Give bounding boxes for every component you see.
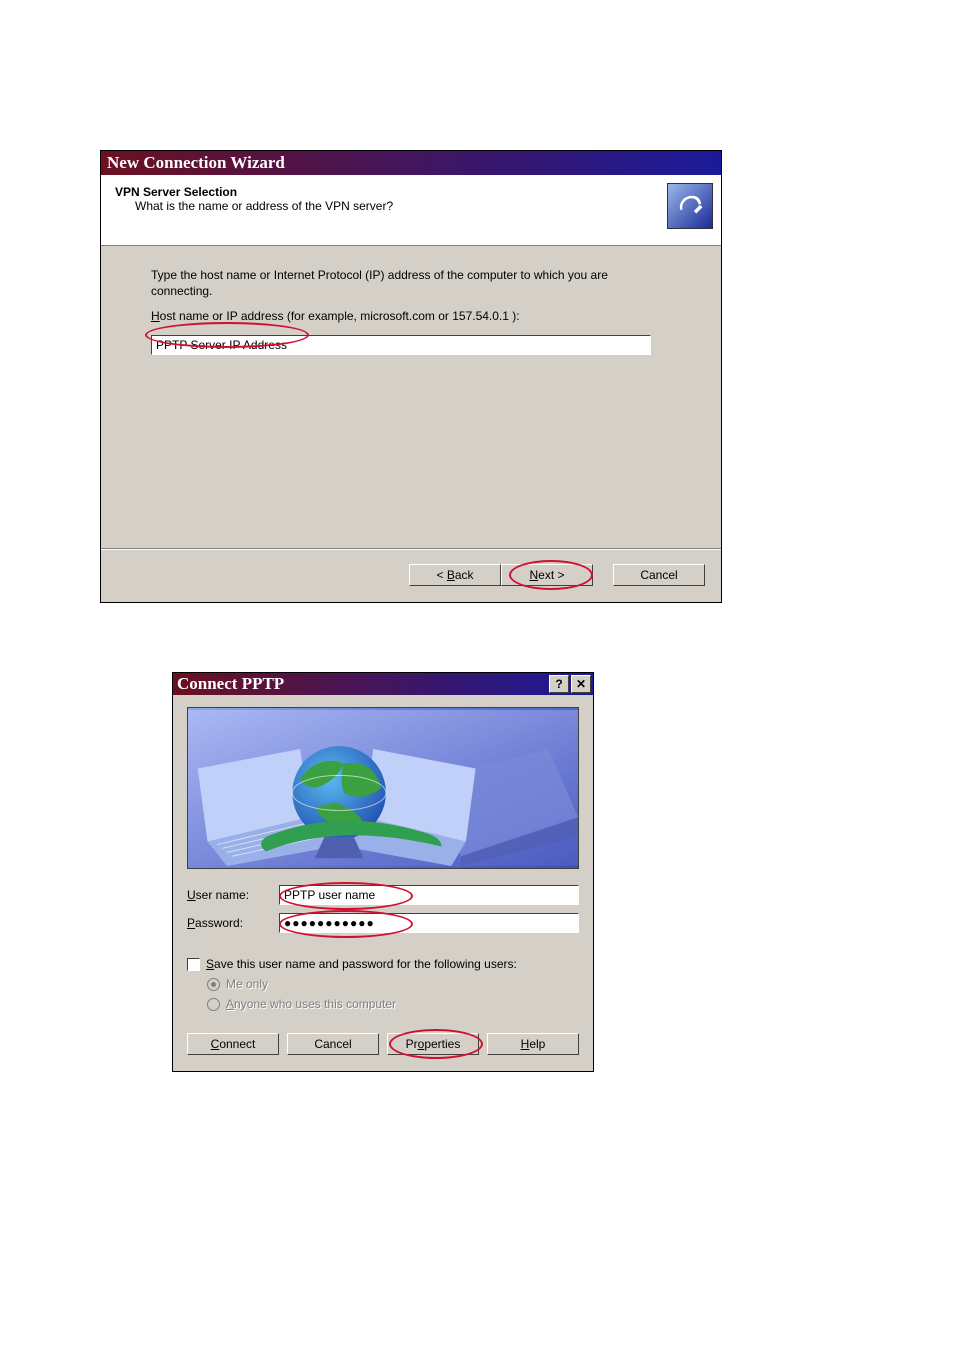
wizard-title-bar: New Connection Wizard [101, 151, 721, 175]
wizard-header-subtitle: What is the name or address of the VPN s… [135, 199, 707, 213]
save-credentials-checkbox[interactable] [187, 958, 200, 971]
back-button[interactable]: < Back [409, 564, 501, 586]
wizard-body: Type the host name or Internet Protocol … [101, 246, 721, 548]
anyone-label: Anyone who uses this computer [226, 997, 396, 1011]
me-only-label: Me only [226, 977, 268, 991]
credentials-form: User name: Password: ●●●●●●●●●●● [173, 879, 593, 949]
wizard-footer: < Back Next > Cancel [101, 550, 721, 602]
wizard-header: VPN Server Selection What is the name or… [101, 175, 721, 246]
wizard-window: New Connection Wizard VPN Server Selecti… [100, 150, 722, 603]
banner-image [187, 707, 579, 869]
cancel-button[interactable]: Cancel [613, 564, 705, 586]
help-icon[interactable]: ? [549, 675, 569, 693]
save-options: Save this user name and password for the… [173, 949, 593, 1021]
connect-button[interactable]: Connect [187, 1033, 279, 1055]
anyone-radio [207, 998, 220, 1011]
me-only-radio [207, 978, 220, 991]
password-label: Password: [187, 916, 279, 930]
connect-dialog: Connect PPTP ? ✕ [172, 672, 594, 1072]
wizard-instruction: Type the host name or Internet Protocol … [151, 268, 671, 299]
connect-footer: Connect Cancel Properties Help [173, 1021, 593, 1071]
host-ip-input[interactable] [151, 335, 651, 355]
connection-icon [667, 183, 713, 229]
username-input[interactable] [279, 885, 579, 905]
save-credentials-label: Save this user name and password for the… [206, 957, 517, 971]
connect-title-bar: Connect PPTP ? ✕ [173, 673, 593, 695]
connect-title-text: Connect PPTP [177, 674, 549, 694]
help-button[interactable]: Help [487, 1033, 579, 1055]
host-field-label: Host name or IP address (for example, mi… [151, 309, 671, 325]
username-label: User name: [187, 888, 279, 902]
wizard-header-title: VPN Server Selection [115, 185, 707, 199]
wizard-title-text: New Connection Wizard [107, 153, 285, 172]
cancel-button[interactable]: Cancel [287, 1033, 379, 1055]
properties-button[interactable]: Properties [387, 1033, 479, 1055]
close-icon[interactable]: ✕ [571, 675, 591, 693]
password-input[interactable]: ●●●●●●●●●●● [279, 913, 579, 933]
next-button[interactable]: Next > [501, 564, 593, 586]
